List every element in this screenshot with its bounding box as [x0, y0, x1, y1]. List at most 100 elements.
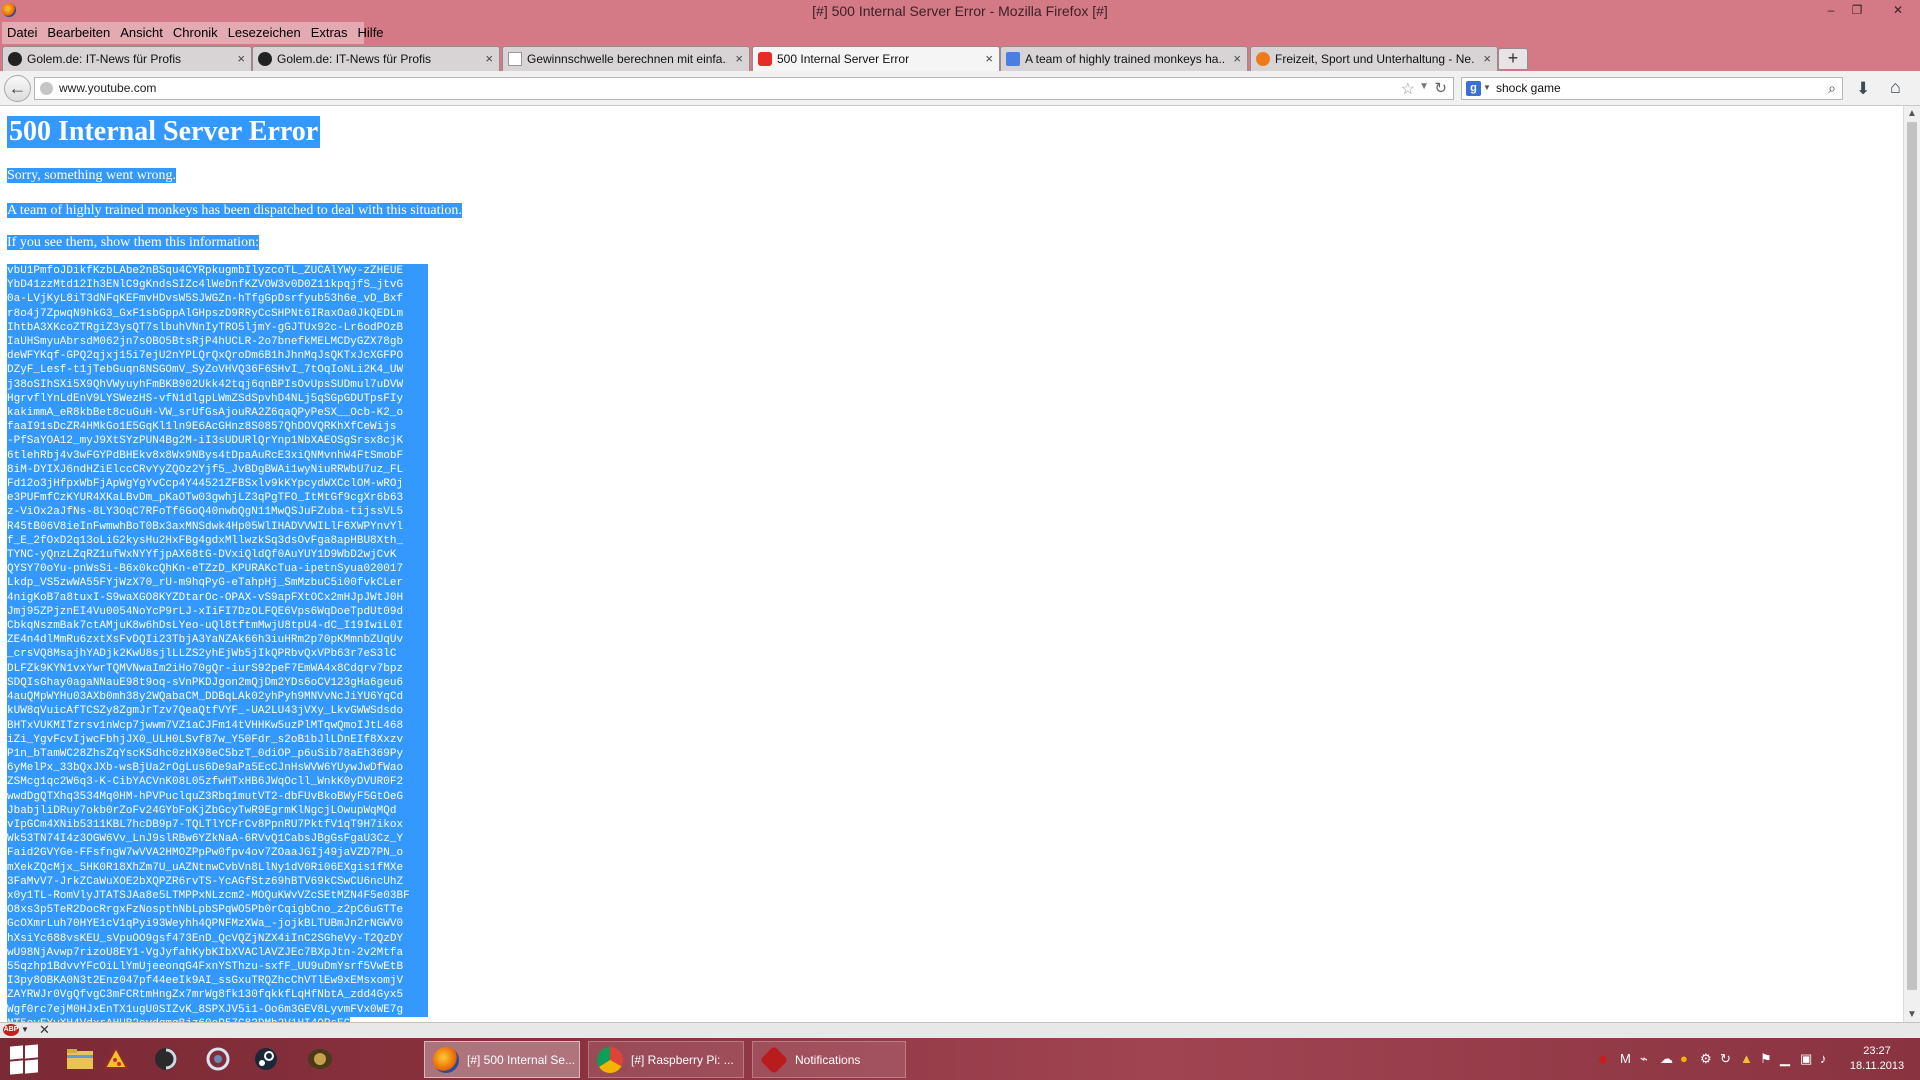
debug-line: j38oSIhSXi5X9QhVWyuyhFmBKB902Ukk42tqj6qn… — [7, 377, 428, 392]
tray-pizza-icon[interactable]: ▲ — [1740, 1051, 1753, 1066]
site-identity-icon[interactable] — [40, 82, 53, 95]
start-button[interactable] — [10, 1044, 38, 1075]
debug-line: mXekZQcMjx_5HK0R18XhZm7U_uAZNtnwCvbVn8Ll… — [7, 860, 428, 875]
tray-cloud-icon[interactable]: ☁ — [1660, 1051, 1673, 1067]
file-explorer-icon[interactable] — [64, 1043, 96, 1075]
debug-line: hXsiYc688vsKEU_sVpuOO9gsf473EnD_QcVQZjNZ… — [7, 931, 428, 946]
url-text[interactable]: www.youtube.com — [59, 81, 156, 95]
notifications-icon — [759, 1045, 789, 1075]
tab-label: Golem.de: IT-News für Profis — [27, 52, 182, 66]
debug-line: 55qzhp1BdvvYFcOiLlYmUjeeonqG4FxnYSThzu-s… — [7, 959, 428, 975]
pizza-app-icon[interactable] — [100, 1043, 132, 1075]
adblock-dropdown-icon[interactable]: ▼ — [21, 1025, 29, 1034]
tab-golem-2[interactable]: Golem.de: IT-News für Profis × — [252, 46, 500, 71]
minimize-button[interactable]: – — [1818, 0, 1844, 20]
debug-line: 8iM-DYIXJ6ndHZiElccCRvYyZQOz2Yjf5_JvBDgB… — [7, 462, 428, 478]
addon-bar: ABP ▼ ✕ — [0, 1022, 1920, 1038]
dark-circle-app-icon[interactable] — [150, 1043, 182, 1075]
windows-logo-icon — [10, 1045, 23, 1060]
taskbar-task-chrome[interactable]: [#] Raspberry Pi: ... — [588, 1041, 744, 1078]
settings-app-icon[interactable] — [202, 1043, 234, 1075]
steam-icon[interactable] — [250, 1043, 282, 1075]
url-bar[interactable]: www.youtube.com ☆ ▼ ↻ — [34, 77, 1454, 100]
menu-chronik[interactable]: Chronik — [168, 22, 223, 44]
tray-red-icon[interactable]: ◆ — [1598, 1051, 1608, 1067]
page-content: 500 Internal Server Error Sorry, somethi… — [0, 106, 1903, 1022]
tab-label: Gewinnschwelle berechnen mit einfa... — [527, 52, 727, 66]
tray-malwarebytes-icon[interactable]: M — [1620, 1051, 1631, 1066]
adblock-plus-icon[interactable]: ABP — [3, 1024, 19, 1036]
debug-line: IaUHSmyuAbrsdM062jn7sOBO5BtsRjP4hUCLR-2o… — [7, 335, 428, 350]
tab-gewinnschwelle[interactable]: Gewinnschwelle berechnen mit einfa... × — [502, 46, 750, 71]
tab-golem-1[interactable]: Golem.de: IT-News für Profis × — [2, 46, 252, 71]
tray-norton-icon[interactable]: ● — [1680, 1051, 1688, 1066]
debug-line: e3PUFmfCzKYUR4XKaLBvDm_pKaOTw03gwhjLZ3qP… — [7, 491, 428, 506]
debug-line: DLFZk9KYN1vxYwrTQMVNwaIm2iHo70gQr-iurS92… — [7, 661, 428, 676]
menu-extras[interactable]: Extras — [306, 22, 353, 44]
tab-close-icon[interactable]: × — [985, 51, 993, 66]
reload-icon[interactable]: ↻ — [1434, 79, 1447, 97]
scroll-up-icon[interactable]: ▲ — [1907, 108, 1917, 119]
debug-line: ZAYRWJr0VgQfvgC3mFCRtmHngZx7mrWg8fk130fq… — [7, 988, 428, 1003]
new-tab-button[interactable]: + — [1498, 48, 1528, 70]
scroll-thumb[interactable] — [1907, 122, 1917, 990]
search-icon[interactable]: ⌕ — [1828, 80, 1836, 97]
tab-label: A team of highly trained monkeys ha... — [1025, 52, 1225, 66]
back-button[interactable]: ← — [4, 75, 31, 102]
tray-monitor-icon[interactable]: ▣ — [1800, 1051, 1812, 1067]
debug-line: r8o4j7ZpwqN9hkG3_GxF1sbGppAlGHpszD9RRyCc… — [7, 306, 428, 321]
taskbar-task-firefox[interactable]: [#] 500 Internal Se... — [424, 1041, 580, 1078]
tab-close-icon[interactable]: × — [1483, 51, 1491, 66]
tab-close-icon[interactable]: × — [735, 51, 743, 66]
tray-flag-icon[interactable]: ⚑ — [1760, 1051, 1772, 1067]
task-label: [#] 500 Internal Se... — [467, 1053, 576, 1067]
tray-steam-icon[interactable]: ⚙ — [1700, 1051, 1712, 1067]
tray-network-icon[interactable]: ⌁ — [1640, 1051, 1648, 1067]
game-app-icon[interactable] — [304, 1043, 336, 1075]
search-engine-icon[interactable]: g — [1466, 81, 1481, 96]
maximize-button[interactable]: ❐ — [1844, 0, 1870, 20]
debug-line: Lkdp_VS5zwWA55FYjWzX70_rU-m9hqPyG-eTahpH… — [7, 576, 428, 591]
system-clock[interactable]: 23:27 18.11.2013 — [1842, 1044, 1912, 1074]
debug-line: ZSMcg1qc2W6q3-K-CibYACVnK08L05zfwHTxHB6J… — [7, 775, 428, 790]
tab-close-icon[interactable]: × — [485, 51, 493, 66]
tray-sync-icon[interactable]: ↻ — [1720, 1051, 1731, 1067]
menu-lesezeichen[interactable]: Lesezeichen — [223, 22, 306, 44]
menu-datei[interactable]: Datei — [2, 22, 42, 44]
tray-signal-icon[interactable]: ▁ — [1780, 1051, 1790, 1067]
debug-info-block: vbU1PmfoJDikfKzbLAbe2nBSqu4CYRpkugmbIlyz… — [7, 264, 428, 1022]
downloads-icon[interactable]: ⬇ — [1856, 79, 1870, 99]
tab-freizeit[interactable]: Freizeit, Sport und Unterhaltung - Ne...… — [1250, 46, 1498, 71]
tray-volume-icon[interactable]: ♪ — [1820, 1051, 1827, 1066]
chrome-icon — [597, 1047, 623, 1073]
close-window-button[interactable]: ✕ — [1885, 0, 1911, 20]
scroll-down-icon[interactable]: ▼ — [1907, 1009, 1917, 1020]
firefox-icon — [433, 1047, 459, 1073]
debug-line: 3FaMvV7-JrkZCaWuXOE2bXQPZR6rvTS-YcAGfStz… — [7, 874, 428, 889]
debug-line: -PfSaYOA12_myJ9XtSYzPUN4Bg2M-iI3sUDURlQr… — [7, 434, 428, 449]
taskbar-task-notifications[interactable]: Notifications — [752, 1041, 906, 1078]
bookmark-star-icon[interactable]: ☆ — [1401, 79, 1415, 99]
debug-line: faaI91sDcZR4HMkGo1E5GqKl1ln9E6AcGHnz8S08… — [7, 420, 428, 435]
debug-line: Fd12o3jHfpxWbFjApWgYgYvCcp4Y44521ZFBSxlv… — [7, 477, 428, 492]
home-icon[interactable]: ⌂ — [1890, 77, 1901, 98]
engine-dropdown-icon[interactable]: ▼ — [1483, 83, 1491, 92]
menu-hilfe[interactable]: Hilfe — [353, 22, 389, 44]
search-input[interactable]: shock game — [1496, 81, 1561, 95]
taskbar: [#] 500 Internal Se... [#] Raspberry Pi:… — [0, 1038, 1920, 1080]
debug-line: kUW8qVuicAfTCSZy8ZgmJrTzv7QeaQtfVYF_-UA2… — [7, 704, 428, 719]
menu-bar: Datei Bearbeiten Ansicht Chronik Lesezei… — [0, 22, 1920, 44]
history-dropdown-icon[interactable]: ▼ — [1419, 81, 1429, 92]
tab-500-error[interactable]: 500 Internal Server Error × — [752, 46, 1000, 72]
orange-site-favicon — [1256, 52, 1270, 66]
addon-bar-close-icon[interactable]: ✕ — [39, 1022, 50, 1038]
tab-monkeys-search[interactable]: A team of highly trained monkeys ha... × — [1000, 46, 1248, 71]
menu-ansicht[interactable]: Ansicht — [115, 22, 168, 44]
debug-line: IhtbA3XKcoZTRgiZ3ysQT7slbuhVNnIyTRO5ljmY… — [7, 320, 428, 336]
tab-close-icon[interactable]: × — [1233, 51, 1241, 66]
search-bar[interactable]: g ▼ shock game ⌕ — [1461, 77, 1843, 100]
tab-close-icon[interactable]: × — [237, 51, 245, 66]
debug-line: f_E_2fOxD2q13oLiG2kysHu2HxFBg4gdxMllwzkS… — [7, 533, 428, 549]
vertical-scrollbar[interactable]: ▲ ▼ — [1903, 106, 1920, 1022]
menu-bearbeiten[interactable]: Bearbeiten — [42, 22, 115, 44]
